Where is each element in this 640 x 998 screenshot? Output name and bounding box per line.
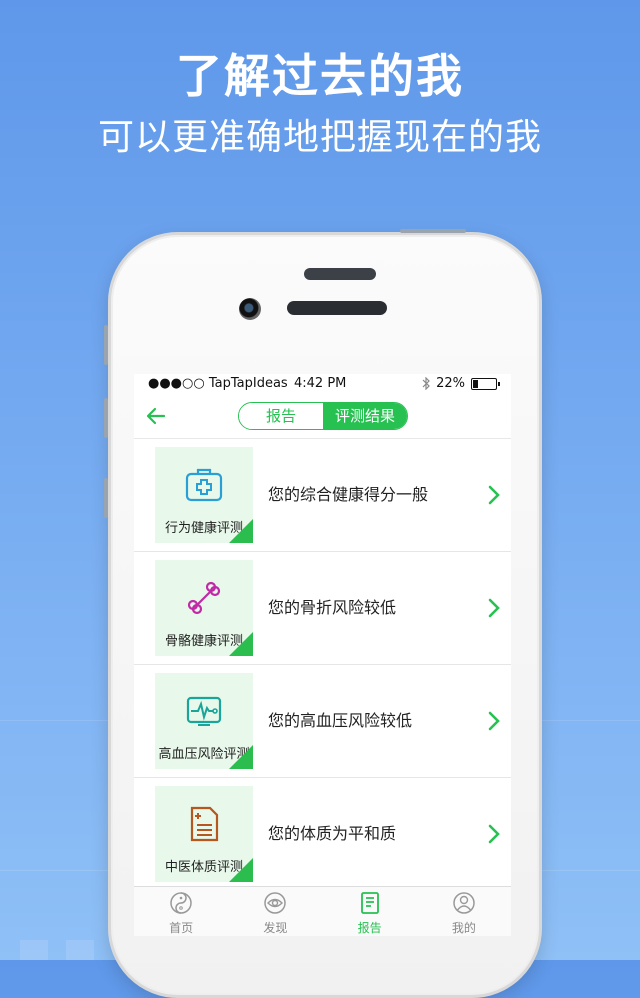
result-row[interactable]: 骨骼健康评测 您的骨折风险较低 <box>134 552 511 665</box>
navigation-bar: 报告 评测结果 <box>134 394 511 439</box>
tab-label: 报告 <box>357 921 382 935</box>
result-row[interactable]: 行为健康评测 您的综合健康得分一般 <box>134 439 511 552</box>
bluetooth-icon <box>422 377 430 390</box>
yin-yang-icon <box>170 892 192 914</box>
promo-subheadline: 可以更准确地把握现在的我 <box>97 117 542 158</box>
battery-percent: 22% <box>436 376 465 391</box>
status-time: 4:42 PM <box>294 376 347 391</box>
bone-icon <box>187 581 221 615</box>
document-plus-icon <box>190 806 219 842</box>
app-screen: ●●●○○ TapTapIdeas 4:42 PM 22% 报告 评测结果 行为… <box>134 374 511 936</box>
power-button <box>400 229 466 233</box>
volume-down-button <box>104 478 108 518</box>
segmented-control: 报告 评测结果 <box>238 402 408 430</box>
phone-top-speaker <box>304 268 376 280</box>
battery-icon <box>471 377 500 390</box>
assessment-tile: 中医体质评测 <box>155 786 253 882</box>
earpiece <box>287 301 387 315</box>
tab-label: 首页 <box>169 921 194 935</box>
result-message: 您的综合健康得分一般 <box>268 485 429 504</box>
tab-label: 我的 <box>451 921 476 935</box>
tab-home[interactable]: 首页 <box>134 887 228 936</box>
segment-report[interactable]: 报告 <box>239 403 323 429</box>
tab-bar: 首页 发现 报告 我的 <box>134 886 511 936</box>
report-icon <box>360 892 379 914</box>
result-row[interactable]: 高血压风险评测 您的高血压风险较低 <box>134 665 511 778</box>
result-row[interactable]: 中医体质评测 您的体质为平和质 <box>134 778 511 890</box>
tab-label: 发现 <box>263 921 288 935</box>
result-message: 您的骨折风险较低 <box>268 598 397 617</box>
tab-mine[interactable]: 我的 <box>417 887 511 936</box>
result-message: 您的体质为平和质 <box>268 824 397 843</box>
eye-icon <box>264 892 287 914</box>
tile-corner-marker <box>229 632 253 656</box>
carrier-label: ●●●○○ TapTapIdeas <box>148 376 288 391</box>
promo-headline: 了解过去的我 <box>176 49 464 103</box>
assessment-tile: 行为健康评测 <box>155 447 253 543</box>
tile-corner-marker <box>229 519 253 543</box>
tile-corner-marker <box>229 858 253 882</box>
medical-kit-icon <box>185 468 223 502</box>
heart-monitor-icon <box>186 696 222 726</box>
chevron-right-icon <box>488 711 500 731</box>
back-arrow-icon[interactable] <box>144 404 168 428</box>
status-bar: ●●●○○ TapTapIdeas 4:42 PM 22% <box>134 374 511 394</box>
volume-up-button <box>104 398 108 438</box>
background-bar <box>20 940 48 960</box>
chevron-right-icon <box>488 485 500 505</box>
segment-results[interactable]: 评测结果 <box>323 403 407 429</box>
front-camera <box>239 298 261 320</box>
chevron-right-icon <box>488 824 500 844</box>
status-right: 22% <box>422 376 500 391</box>
tab-report[interactable]: 报告 <box>323 887 417 936</box>
mute-switch <box>104 325 108 365</box>
tab-discover[interactable]: 发现 <box>228 887 322 936</box>
tile-corner-marker <box>229 745 253 769</box>
background-bar <box>66 940 94 960</box>
assessment-tile: 高血压风险评测 <box>155 673 253 769</box>
chevron-right-icon <box>488 598 500 618</box>
result-message: 您的高血压风险较低 <box>268 711 413 730</box>
user-icon <box>453 892 475 914</box>
assessment-tile: 骨骼健康评测 <box>155 560 253 656</box>
